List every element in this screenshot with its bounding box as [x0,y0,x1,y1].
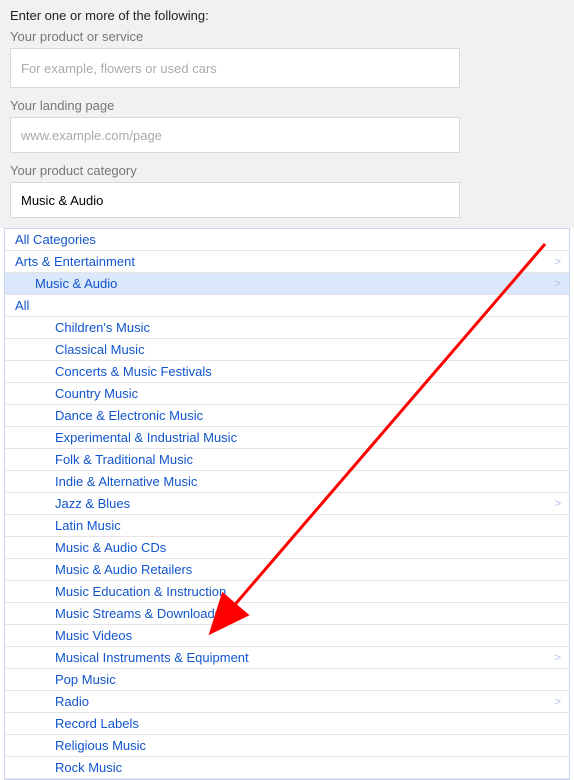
category-input[interactable] [10,182,460,218]
category-option-label: Music Streams & Downloads [55,603,221,625]
category-option-label: Music & Audio [35,273,117,295]
category-option[interactable]: Music Education & Instruction [5,581,569,603]
category-option[interactable]: Music Streams & Downloads [5,603,569,625]
product-label: Your product or service [10,29,564,44]
category-option-label: Music & Audio CDs [55,537,166,559]
category-option-label: Record Labels [55,713,139,735]
category-option[interactable]: Arts & Entertainment > [5,251,569,273]
category-option[interactable]: Rock Music [5,757,569,779]
category-option-label: Arts & Entertainment [15,251,135,273]
category-option-label: Indie & Alternative Music [55,471,197,493]
category-option[interactable]: Country Music [5,383,569,405]
category-option[interactable]: Concerts & Music Festivals [5,361,569,383]
category-option[interactable]: Record Labels [5,713,569,735]
category-option[interactable]: Music Videos [5,625,569,647]
category-option-label: Children's Music [55,317,150,339]
category-option[interactable]: Jazz & Blues > [5,493,569,515]
category-option-label: Musical Instruments & Equipment [55,647,249,669]
category-option[interactable]: Experimental & Industrial Music [5,427,569,449]
form-panel: Enter one or more of the following: Your… [0,0,574,228]
category-option-label: Country Music [55,383,138,405]
category-option-label: Religious Music [55,735,146,757]
category-option-label: Dance & Electronic Music [55,405,203,427]
form-title: Enter one or more of the following: [10,8,564,23]
category-option-label: Music Education & Instruction [55,581,226,603]
category-option-label: Music Videos [55,625,132,647]
category-option[interactable]: Pop Music [5,669,569,691]
landing-page-input[interactable] [10,117,460,153]
category-option-label: Folk & Traditional Music [55,449,193,471]
chevron-right-icon: > [555,251,561,273]
category-option-label: Pop Music [55,669,116,691]
category-option[interactable]: Music & Audio Retailers [5,559,569,581]
chevron-right-icon: > [555,493,561,515]
category-option-label: Concerts & Music Festivals [55,361,212,383]
category-option-label: Classical Music [55,339,145,361]
category-option[interactable]: Children's Music [5,317,569,339]
category-option[interactable]: All Categories [5,229,569,251]
category-option[interactable]: Latin Music [5,515,569,537]
category-option[interactable]: Radio > [5,691,569,713]
chevron-right-icon: > [555,647,561,669]
chevron-right-icon: > [555,691,561,713]
category-label: Your product category [10,163,564,178]
category-option-label: All [15,295,29,317]
category-option-label: Jazz & Blues [55,493,130,515]
category-option[interactable]: Music & Audio > [5,273,569,295]
category-option-label: Rock Music [55,757,122,779]
category-option[interactable]: Indie & Alternative Music [5,471,569,493]
category-option[interactable]: Classical Music [5,339,569,361]
landing-label: Your landing page [10,98,564,113]
product-input[interactable] [10,48,460,88]
category-option-label: Experimental & Industrial Music [55,427,237,449]
category-option-label: Latin Music [55,515,121,537]
category-option-label: Music & Audio Retailers [55,559,192,581]
category-option[interactable]: Religious Music [5,735,569,757]
category-option[interactable]: All [5,295,569,317]
chevron-right-icon: > [555,273,561,295]
category-dropdown[interactable]: All CategoriesArts & Entertainment>Music… [4,228,570,780]
category-option-label: All Categories [15,229,96,251]
category-option[interactable]: Musical Instruments & Equipment > [5,647,569,669]
category-option[interactable]: Folk & Traditional Music [5,449,569,471]
category-option-label: Radio [55,691,89,713]
category-option[interactable]: Dance & Electronic Music [5,405,569,427]
category-option[interactable]: Music & Audio CDs [5,537,569,559]
